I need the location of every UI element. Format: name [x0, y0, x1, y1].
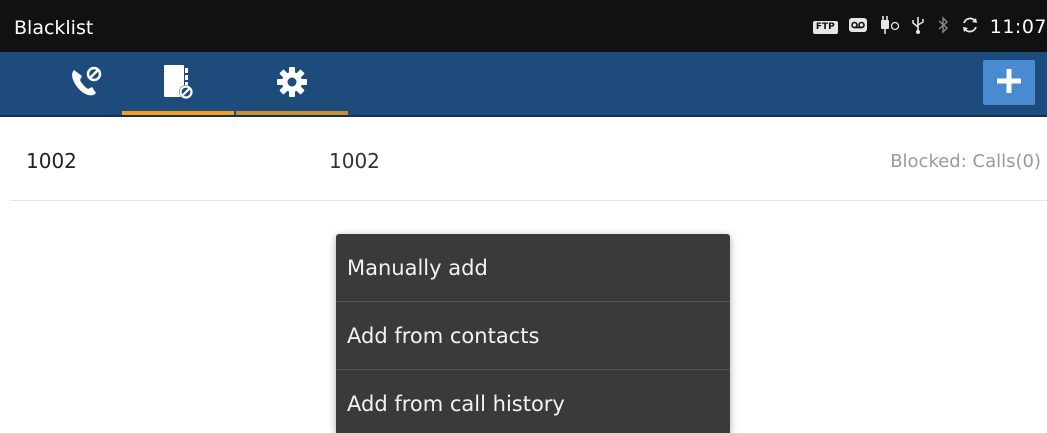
menu-item-manually-add[interactable]: Manually add — [336, 234, 730, 302]
menu-item-add-from-contacts[interactable]: Add from contacts — [336, 302, 730, 370]
app-title: Blacklist — [14, 17, 94, 39]
menu-item-add-from-call-history[interactable]: Add from call history — [336, 370, 730, 433]
usb-icon — [910, 15, 926, 39]
bluetooth-icon — [936, 15, 950, 39]
gear-icon — [275, 65, 309, 103]
tab-blacklist[interactable] — [122, 52, 234, 115]
clock: 11:07 — [989, 15, 1047, 38]
tab-bar — [0, 52, 1047, 117]
usb-debug-icon — [878, 15, 900, 39]
contact-name: 1002 — [26, 149, 77, 173]
add-button[interactable] — [983, 60, 1035, 105]
voicemail-icon — [848, 17, 868, 37]
tab-settings[interactable] — [236, 52, 348, 115]
contact-number: 1002 — [329, 149, 380, 173]
plus-icon — [996, 68, 1022, 98]
add-options-menu: Manually add Add from contacts Add from … — [336, 234, 730, 433]
tab-indicator — [236, 111, 348, 115]
blocked-contacts-icon — [161, 63, 195, 105]
status-bar: Blacklist FTP 11:07 — [0, 0, 1047, 52]
blocked-status: Blocked: Calls(0) — [890, 151, 1041, 172]
tab-indicator-active — [122, 111, 234, 115]
blacklist-row[interactable]: 1002 1002 Blocked: Calls(0) — [10, 119, 1047, 201]
blocked-call-icon — [66, 64, 106, 104]
sync-icon — [960, 15, 980, 39]
status-icons: FTP 11:07 — [812, 15, 1047, 39]
ftp-icon: FTP — [812, 20, 838, 34]
